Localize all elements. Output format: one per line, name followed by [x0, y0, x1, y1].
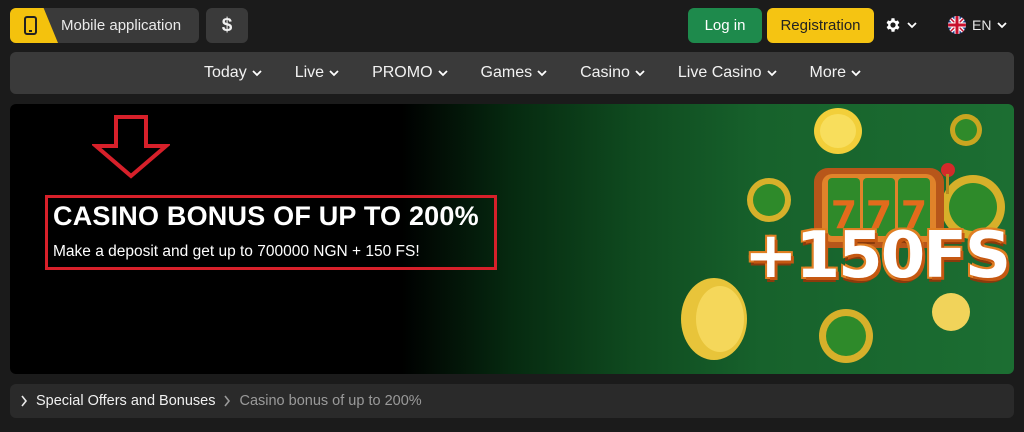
- nav-item-label: Live Casino: [677, 64, 762, 81]
- chevron-down-icon: [635, 69, 645, 76]
- currency-button[interactable]: $: [206, 8, 248, 43]
- chevron-down-icon: [997, 21, 1008, 28]
- promo-banner: CASINO BONUS OF UP TO 200% Make a deposi…: [10, 104, 1014, 374]
- chevron-right-icon: [224, 395, 231, 407]
- nav-item-live[interactable]: Live: [295, 64, 339, 82]
- mobile-application-label: Mobile application: [61, 17, 182, 34]
- login-button[interactable]: Log in: [688, 8, 762, 43]
- nav-item-more[interactable]: More: [810, 64, 861, 82]
- breadcrumb-current: Casino bonus of up to 200%: [239, 393, 422, 409]
- registration-button[interactable]: Registration: [767, 8, 874, 43]
- breadcrumb-parent-link[interactable]: Special Offers and Bonuses: [36, 393, 215, 409]
- top-bar: Mobile application $ Log in Registration…: [0, 0, 1024, 50]
- mobile-application-button[interactable]: Mobile application: [10, 8, 199, 43]
- nav-item-live-casino[interactable]: Live Casino: [678, 64, 777, 82]
- nav-item-label: Live: [294, 64, 325, 81]
- uk-flag-icon: [948, 16, 966, 34]
- chevron-down-icon: [851, 69, 861, 76]
- nav-item-casino[interactable]: Casino: [580, 64, 645, 82]
- nav-item-games[interactable]: Games: [481, 64, 548, 82]
- nav-item-label: PROMO: [372, 64, 433, 81]
- nav-item-label: Casino: [580, 64, 630, 81]
- nav-item-label: More: [809, 64, 846, 81]
- nav-item-label: Today: [204, 64, 247, 81]
- language-selector[interactable]: EN: [948, 14, 1008, 36]
- main-navigation: Today Live PROMO Games Casino Live Casin…: [10, 52, 1014, 94]
- language-code: EN: [972, 17, 992, 33]
- chevron-down-icon: [907, 21, 917, 28]
- nav-items: Today Live PROMO Games Casino Live Casin…: [204, 52, 861, 94]
- chevron-right-icon: [21, 395, 28, 407]
- chevron-down-icon: [537, 69, 547, 76]
- gear-icon: [886, 18, 900, 32]
- nav-item-label: Games: [480, 64, 533, 81]
- settings-dropdown[interactable]: [884, 14, 917, 36]
- chevron-down-icon: [766, 69, 777, 76]
- smartphone-icon: [24, 16, 37, 35]
- nav-item-today[interactable]: Today: [204, 64, 262, 82]
- chevron-down-icon: [437, 69, 448, 76]
- breadcrumb: Special Offers and Bonuses Casino bonus …: [10, 384, 1014, 418]
- nav-item-promo[interactable]: PROMO: [372, 64, 448, 82]
- chevron-down-icon: [252, 69, 262, 76]
- free-spins-graphic-text: +150FS: [744, 219, 1011, 293]
- chevron-down-icon: [329, 69, 339, 76]
